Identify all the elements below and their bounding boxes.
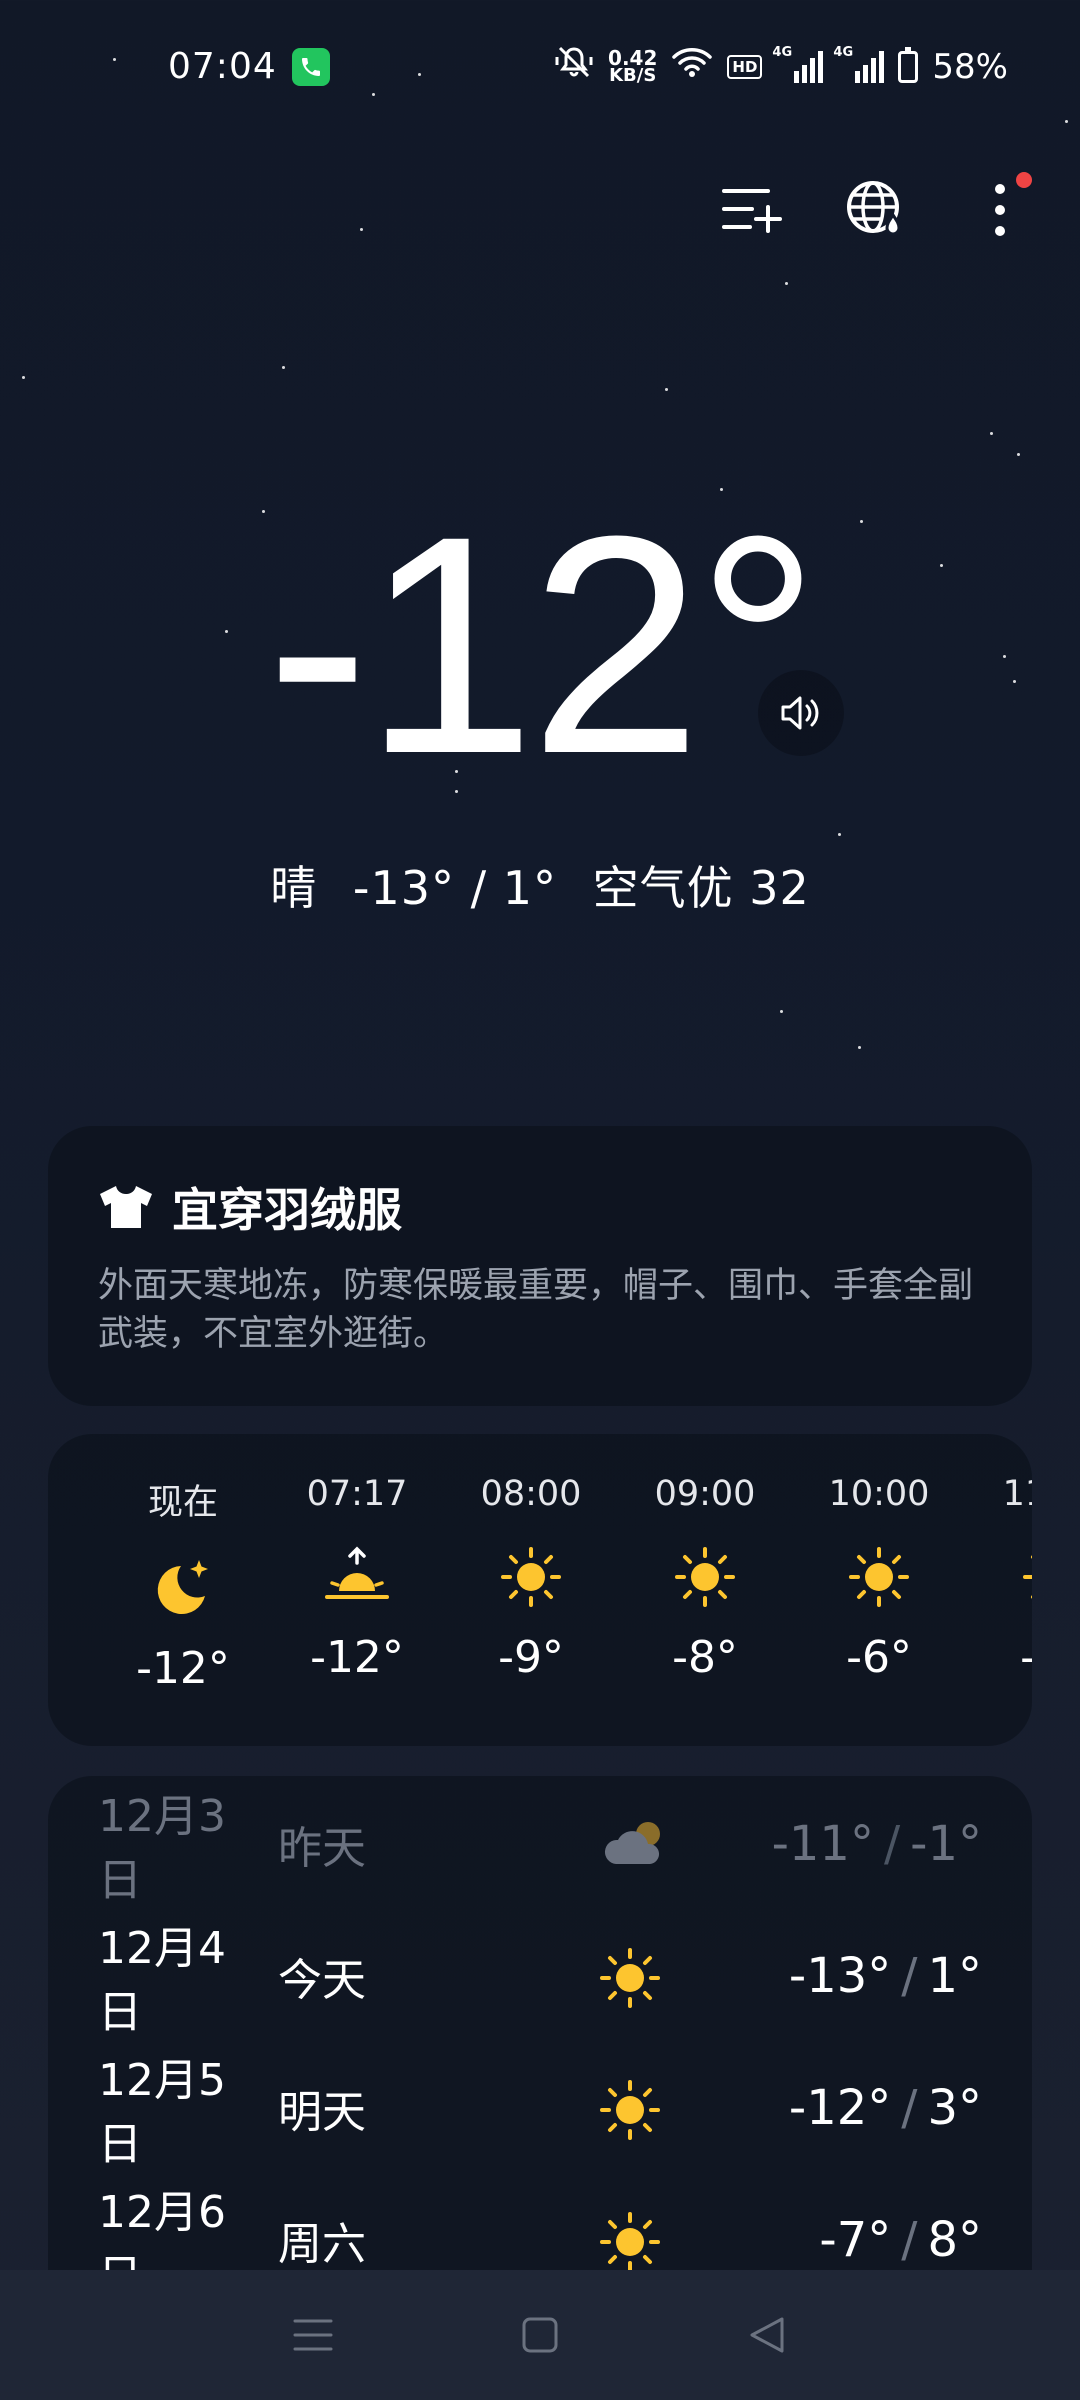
sunrise-icon: [325, 1546, 389, 1599]
day-low: -13°: [788, 1948, 892, 2004]
hour-item[interactable]: 07:17 -12°: [287, 1474, 427, 1683]
day-high: 1°: [927, 1948, 982, 2004]
day-date: 12月5日: [98, 2055, 226, 2170]
hourly-forecast-list[interactable]: 现在 -12° 07:17 -12° 08:00 -9° 09:00 -8° 1…: [48, 1474, 1032, 1734]
signal-1-label: 4G: [772, 44, 793, 60]
day-temps: -12°/3°: [788, 2080, 982, 2136]
home-button[interactable]: [510, 2305, 570, 2365]
back-triangle-icon: [750, 2317, 784, 2353]
hourly-forecast-card[interactable]: 现在 -12° 07:17 -12° 08:00 -9° 09:00 -8° 1…: [48, 1434, 1032, 1746]
add-city-button[interactable]: [712, 170, 792, 250]
day-temps: -13°/1°: [788, 1948, 982, 2004]
hour-time: 10:00: [828, 1474, 930, 1514]
hour-item[interactable]: 09:00 -8°: [635, 1474, 775, 1683]
navigation-bar: [0, 2270, 1080, 2400]
sun-icon: [1023, 1555, 1032, 1599]
back-button[interactable]: [737, 2305, 797, 2365]
net-speed-value: 0.42: [608, 45, 658, 70]
wifi-icon: [671, 46, 713, 87]
hour-temp: -12°: [310, 1632, 404, 1683]
day-high: 8°: [927, 2212, 982, 2268]
battery-percent: 58%: [932, 46, 1008, 87]
air-quality[interactable]: 空气优 32: [593, 861, 810, 915]
hour-time: 11:00: [1002, 1474, 1032, 1514]
day-high: -1°: [910, 1816, 982, 1872]
day-name: 今天: [278, 1955, 366, 2006]
menu-icon: [293, 2319, 333, 2351]
hour-temp: -12°: [136, 1643, 230, 1694]
globe-icon: [847, 181, 901, 236]
day-low: -11°: [771, 1816, 874, 1872]
phone-call-icon: [292, 48, 330, 86]
current-condition: 晴: [270, 861, 318, 915]
globe-button[interactable]: [836, 170, 916, 250]
sun-icon: [849, 1547, 909, 1607]
more-options-button[interactable]: [960, 170, 1040, 250]
day-date: 12月3日: [98, 1791, 226, 1906]
top-actions: [712, 170, 1040, 250]
list-add-icon: [722, 189, 782, 233]
day-low: -7°: [819, 2212, 892, 2268]
home-square-icon: [522, 2317, 558, 2353]
sun-icon: [501, 1547, 561, 1607]
cloudy-icon: [604, 1822, 660, 1864]
clothing-title: 宜穿羽绒服: [172, 1183, 402, 1237]
speaker-icon: [781, 696, 819, 730]
current-temperature: -12°: [265, 471, 820, 818]
status-time: 07:04: [168, 46, 277, 87]
hour-item[interactable]: 08:00 -9°: [461, 1474, 601, 1683]
daily-row[interactable]: 12月4日 今天 -13°/1°: [98, 1923, 982, 2038]
hour-item[interactable]: 11:00 -5°: [983, 1474, 1032, 1683]
more-vert-icon: [995, 184, 1005, 236]
clothing-description: 外面天寒地冻，防寒保暖最重要，帽子、围巾、手套全副武装，不宜室外逛街。: [98, 1266, 974, 1354]
daily-row[interactable]: 12月5日 明天 -12°/3°: [98, 2055, 982, 2170]
notification-dot: [1016, 172, 1032, 188]
signal-2-label: 4G: [833, 44, 854, 60]
hour-time: 现在: [147, 1483, 218, 1523]
sun-icon: [600, 1948, 660, 2008]
shirt-icon: [100, 1186, 152, 1228]
sun-icon: [600, 2080, 660, 2140]
day-temps: -7°/8°: [819, 2212, 982, 2268]
net-speed: 0.42 KB/S: [608, 45, 658, 86]
clothing-advice-card[interactable]: 宜穿羽绒服 外面天寒地冻，防寒保暖最重要，帽子、围巾、手套全副武装，不宜室外逛街…: [48, 1126, 1032, 1406]
clothing-title-row: 宜穿羽绒服: [98, 1174, 982, 1240]
hour-temp: -8°: [672, 1632, 738, 1683]
daily-row[interactable]: 12月6日 周六 -7°/8°: [98, 2187, 982, 2302]
recent-apps-button[interactable]: [283, 2305, 343, 2365]
day-high: 3°: [927, 2080, 982, 2136]
mute-icon: [554, 44, 594, 89]
day-low: -12°: [788, 2080, 892, 2136]
battery-icon: [898, 46, 919, 83]
signal-2-icon: 4G: [833, 45, 885, 83]
daily-row[interactable]: 12月3日 昨天 -11° / -1°: [98, 1791, 982, 1906]
hour-temp: -9°: [498, 1632, 564, 1683]
hour-time: 08:00: [480, 1474, 582, 1514]
net-speed-unit: KB/S: [609, 64, 657, 86]
day-date: 12月4日: [98, 1923, 226, 2038]
sun-icon: [675, 1547, 735, 1607]
moon-star-icon: [157, 1560, 208, 1614]
day-temps: -11° / -1°: [771, 1816, 982, 1872]
hour-item[interactable]: 10:00 -6°: [809, 1474, 949, 1683]
signal-1-icon: 4G: [772, 45, 824, 83]
today-range: -13° / 1°: [352, 861, 557, 915]
status-bar: 07:04 0.42 KB/S HD 4G 4G 58%: [0, 38, 1080, 98]
voice-broadcast-button[interactable]: [758, 670, 844, 756]
day-name: 明天: [278, 2087, 366, 2138]
hour-time: 07:17: [306, 1474, 408, 1514]
hour-time: 09:00: [654, 1474, 756, 1514]
hd-badge: HD: [727, 54, 763, 79]
status-indicators: 0.42 KB/S HD 4G 4G 58%: [554, 44, 1008, 89]
day-name: 周六: [278, 2219, 366, 2270]
hour-temp: -6°: [846, 1632, 912, 1683]
sun-icon: [600, 2212, 660, 2272]
hour-temp: -5°: [983, 1632, 1032, 1683]
hour-item[interactable]: 现在 -12°: [113, 1474, 253, 1694]
weather-summary: 晴 -13° / 1° 空气优 32: [0, 852, 1080, 918]
day-name: 昨天: [278, 1823, 366, 1874]
